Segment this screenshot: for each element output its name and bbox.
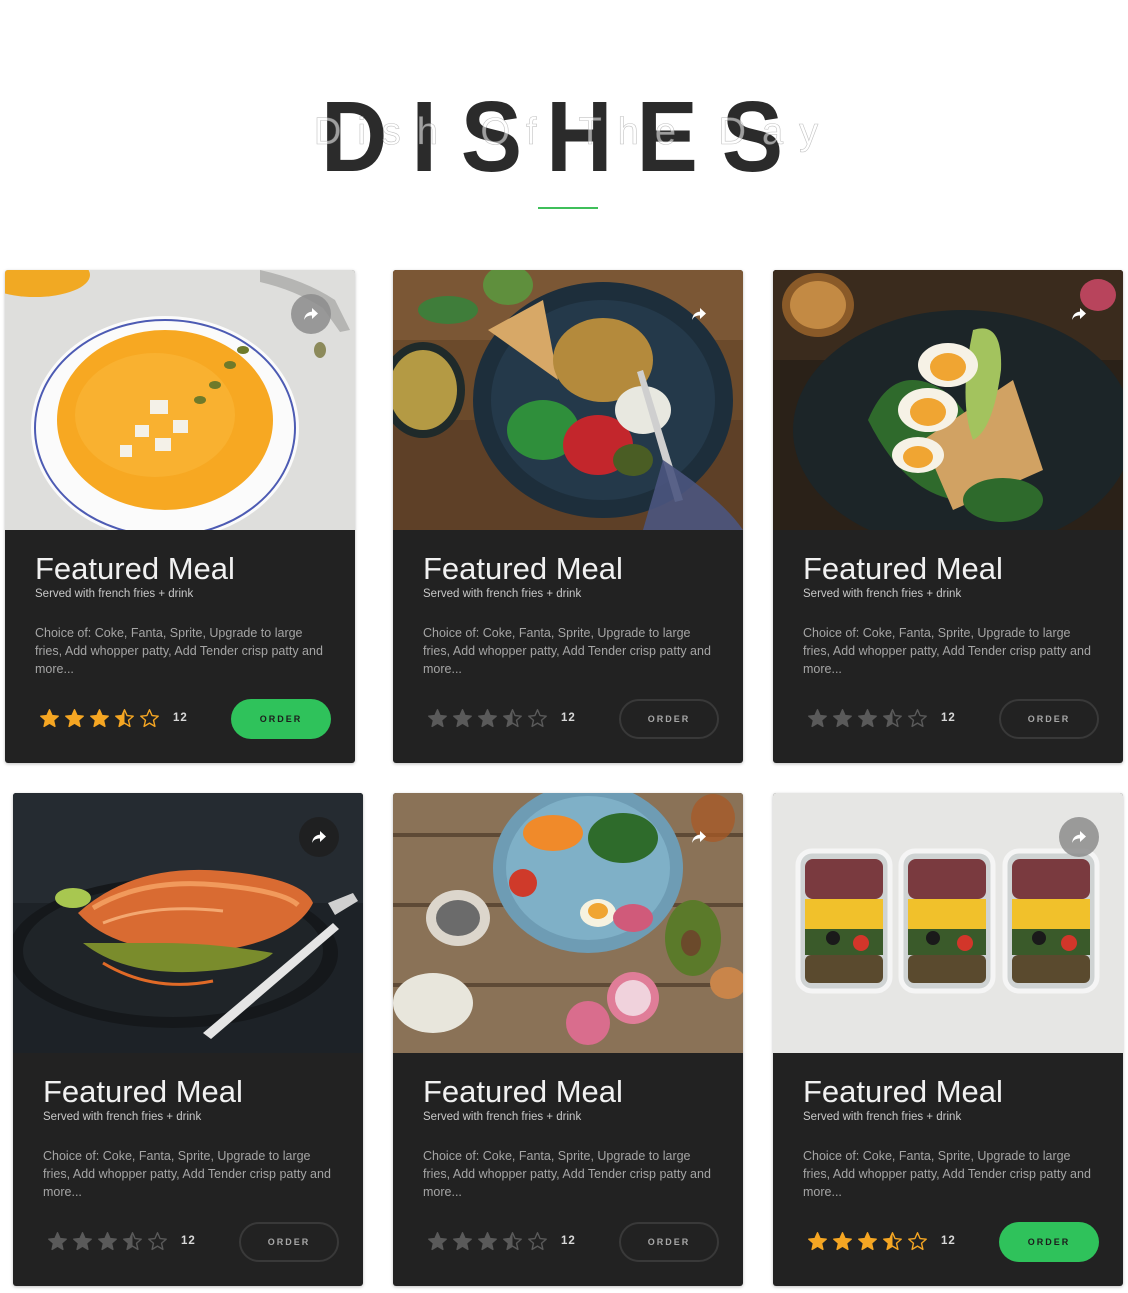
section-subtitle: Dish Of The Day <box>313 111 835 154</box>
dish-description: Choice of: Coke, Fanta, Sprite, Upgrade … <box>35 626 323 676</box>
dish-subtitle: Served with french fries + drink <box>423 1111 582 1123</box>
dish-card: Featured Meal Served with french fries +… <box>393 270 743 763</box>
star-full-icon <box>808 1232 827 1251</box>
star-empty-icon <box>908 1232 927 1251</box>
dish-subtitle: Served with french fries + drink <box>35 588 194 600</box>
rating-count: 12 <box>173 712 188 724</box>
star-full-icon <box>428 709 447 728</box>
share-icon <box>1072 308 1086 320</box>
share-icon <box>312 831 326 843</box>
order-button[interactable]: ORDER <box>619 1222 719 1262</box>
dish-card: Featured Meal Served with french fries +… <box>773 270 1123 763</box>
star-rating <box>47 1231 172 1253</box>
share-button[interactable] <box>291 294 331 334</box>
star-rating <box>427 708 552 730</box>
rating-count: 12 <box>561 1235 576 1247</box>
star-full-icon <box>48 1232 67 1251</box>
star-full-icon <box>73 1232 92 1251</box>
star-full-icon <box>428 1232 447 1251</box>
dish-description: Choice of: Coke, Fanta, Sprite, Upgrade … <box>803 1149 1091 1199</box>
dish-card: Featured Meal Served with french fries +… <box>13 793 363 1286</box>
dish-card: Featured Meal Served with french fries +… <box>773 793 1123 1286</box>
title-divider <box>538 207 598 209</box>
star-empty-icon <box>528 1232 547 1251</box>
star-half-icon <box>883 1232 902 1251</box>
star-full-icon <box>453 709 472 728</box>
star-half-icon <box>503 709 522 728</box>
star-rating <box>39 708 164 730</box>
share-button[interactable] <box>1059 294 1099 334</box>
order-button[interactable]: ORDER <box>231 699 331 739</box>
star-empty-icon <box>148 1232 167 1251</box>
dish-card: Featured Meal Served with french fries +… <box>5 270 355 763</box>
star-full-icon <box>90 709 109 728</box>
dish-subtitle: Served with french fries + drink <box>43 1111 202 1123</box>
star-full-icon <box>65 709 84 728</box>
star-half-icon <box>883 709 902 728</box>
order-button[interactable]: ORDER <box>999 699 1099 739</box>
star-full-icon <box>858 1232 877 1251</box>
star-full-icon <box>478 1232 497 1251</box>
dish-title: Featured Meal <box>803 551 1003 586</box>
dish-description: Choice of: Coke, Fanta, Sprite, Upgrade … <box>423 626 711 676</box>
order-button[interactable]: ORDER <box>619 699 719 739</box>
dish-title: Featured Meal <box>423 1074 623 1109</box>
rating-count: 12 <box>181 1235 196 1247</box>
dish-title: Featured Meal <box>803 1074 1003 1109</box>
star-full-icon <box>858 709 877 728</box>
rating-count: 12 <box>561 712 576 724</box>
dish-subtitle: Served with french fries + drink <box>423 588 582 600</box>
share-button[interactable] <box>679 294 719 334</box>
star-full-icon <box>833 1232 852 1251</box>
dish-title: Featured Meal <box>43 1074 243 1109</box>
share-button[interactable] <box>679 817 719 857</box>
dish-subtitle: Served with french fries + drink <box>803 1111 962 1123</box>
star-empty-icon <box>528 709 547 728</box>
star-half-icon <box>123 1232 142 1251</box>
dish-description: Choice of: Coke, Fanta, Sprite, Upgrade … <box>803 626 1091 676</box>
dish-title: Featured Meal <box>35 551 235 586</box>
star-empty-icon <box>908 709 927 728</box>
rating-count: 12 <box>941 1235 956 1247</box>
star-full-icon <box>98 1232 117 1251</box>
dish-description: Choice of: Coke, Fanta, Sprite, Upgrade … <box>43 1149 331 1199</box>
share-icon <box>692 308 706 320</box>
dish-title: Featured Meal <box>423 551 623 586</box>
dish-card: Featured Meal Served with french fries +… <box>393 793 743 1286</box>
star-full-icon <box>478 709 497 728</box>
star-full-icon <box>453 1232 472 1251</box>
star-full-icon <box>808 709 827 728</box>
dish-subtitle: Served with french fries + drink <box>803 588 962 600</box>
share-button[interactable] <box>1059 817 1099 857</box>
star-full-icon <box>40 709 59 728</box>
order-button[interactable]: ORDER <box>999 1222 1099 1262</box>
share-button[interactable] <box>299 817 339 857</box>
section-header: DISHES Dish Of The Day <box>0 0 1128 230</box>
share-icon <box>304 308 318 320</box>
star-empty-icon <box>140 709 159 728</box>
star-half-icon <box>115 709 134 728</box>
star-full-icon <box>833 709 852 728</box>
share-icon <box>692 831 706 843</box>
rating-count: 12 <box>941 712 956 724</box>
order-button[interactable]: ORDER <box>239 1222 339 1262</box>
share-icon <box>1072 831 1086 843</box>
star-rating <box>427 1231 552 1253</box>
star-half-icon <box>503 1232 522 1251</box>
dish-description: Choice of: Coke, Fanta, Sprite, Upgrade … <box>423 1149 711 1199</box>
star-rating <box>807 1231 932 1253</box>
star-rating <box>807 708 932 730</box>
